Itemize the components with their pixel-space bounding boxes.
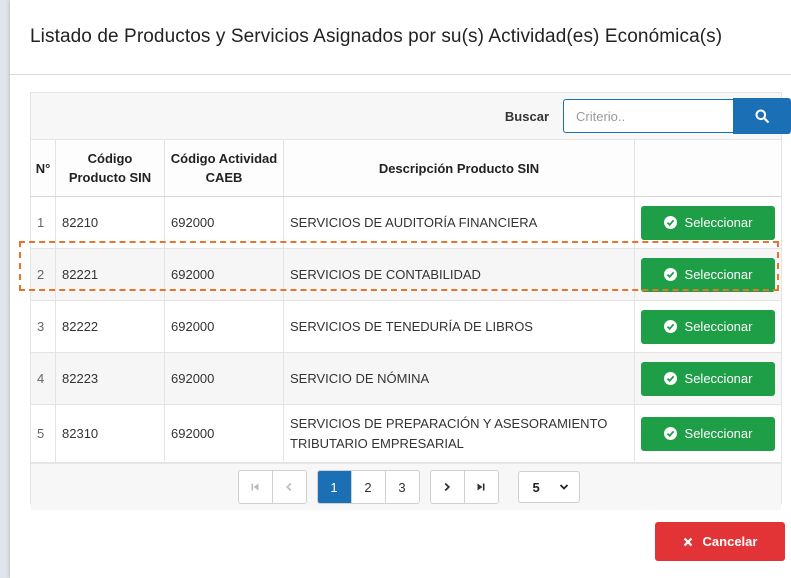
chevron-left-icon [286,482,292,492]
row-number: 5 [31,404,56,463]
table-row: 1 82210 692000 SERVICIOS DE AUDITORÍA FI… [31,196,781,249]
select-button-label: Seleccionar [684,319,753,334]
row-codigo: 82222 [55,300,165,353]
select-button-label: Seleccionar [684,267,753,282]
header-caeb-line1: Código Actividad [170,151,278,166]
search-bar: Buscar [31,93,791,140]
modal-dialog: Listado de Productos y Servicios Asignad… [10,0,791,578]
row-descripcion: SERVICIOS DE TENEDURÍA DE LIBROS [283,300,635,353]
page-button-2[interactable]: 2 [351,471,386,503]
check-circle-icon [663,216,677,229]
row-descripcion: SERVICIOS DE PREPARACIÓN Y ASESORAMIENTO… [283,404,635,463]
row-number: 3 [31,300,56,353]
search-input[interactable] [563,99,733,133]
row-action-cell: Seleccionar [634,248,781,301]
pagination-pages: 1 2 3 [316,470,420,504]
row-codigo: 82210 [55,196,165,249]
row-caeb: 692000 [164,248,284,301]
pagination: 1 2 3 5 [31,463,781,510]
header-action [634,140,781,197]
check-circle-icon [663,372,677,385]
last-page-icon [477,483,485,491]
check-circle-icon [663,268,677,281]
page-button-3[interactable]: 3 [385,471,419,503]
chevron-right-icon [444,482,451,492]
table-row: 5 82310 692000 SERVICIOS DE PREPARACIÓN … [31,404,781,463]
next-page-button[interactable] [430,471,465,503]
page-size-value: 5 [532,479,540,495]
row-action-cell: Seleccionar [634,404,781,463]
chevron-down-icon [559,484,568,490]
row-codigo: 82310 [55,404,165,463]
select-button[interactable]: Seleccionar [641,205,775,240]
row-codigo: 82221 [55,248,165,301]
prev-page-button[interactable] [272,471,306,503]
row-number: 1 [31,196,56,249]
row-caeb: 692000 [164,352,284,405]
select-button[interactable]: Seleccionar [641,257,775,292]
select-button-label: Seleccionar [684,426,753,441]
row-codigo: 82223 [55,352,165,405]
row-action-cell: Seleccionar [634,196,781,249]
row-descripcion: SERVICIOS DE AUDITORÍA FINANCIERA [283,196,635,249]
pagination-first-prev [237,470,307,504]
products-panel: Buscar N° Código Producto SIN Cód [30,92,791,510]
products-table: N° Código Producto SIN Código Actividad … [31,140,781,463]
header-caeb: Código Actividad CAEB [164,140,284,197]
header-codigo: Código Producto SIN [55,140,165,197]
header-codigo-line2: Producto SIN [68,170,152,185]
select-button-label: Seleccionar [684,371,753,386]
modal-title: Listado de Productos y Servicios Asignad… [30,26,723,47]
row-caeb: 692000 [164,196,284,249]
row-number: 4 [31,352,56,405]
table-row: 3 82222 692000 SERVICIOS DE TENEDURÍA DE… [31,300,781,353]
row-action-cell: Seleccionar [634,300,781,353]
header-descripcion: Descripción Producto SIN [283,140,635,197]
search-label: Buscar [504,108,549,124]
header-codigo-line1: Código [87,151,133,166]
header-num: N° [31,140,56,197]
select-button[interactable]: Seleccionar [641,309,775,344]
row-action-cell: Seleccionar [634,352,781,405]
cancel-button[interactable]: Cancelar [655,522,785,561]
select-button[interactable]: Seleccionar [641,416,775,451]
header-caeb-line2: CAEB [205,170,243,185]
modal-header: Listado de Productos y Servicios Asignad… [10,0,791,75]
check-circle-icon [663,320,677,333]
page-button-1[interactable]: 1 [317,471,352,503]
row-number: 2 [31,248,56,301]
table-header-row: N° Código Producto SIN Código Actividad … [31,140,781,197]
row-descripcion: SERVICIO DE NÓMINA [283,352,635,405]
table-row: 2 82221 692000 SERVICIOS DE CONTABILIDAD… [31,248,781,301]
page-size-select[interactable]: 5 [517,471,580,503]
last-page-button[interactable] [464,471,498,503]
check-circle-icon [663,427,677,440]
pagination-next-last [429,470,499,504]
close-icon [683,537,692,546]
row-caeb: 692000 [164,300,284,353]
first-page-icon [251,483,259,491]
select-button-label: Seleccionar [684,215,753,230]
search-button[interactable] [733,98,791,134]
row-caeb: 692000 [164,404,284,463]
row-descripcion: SERVICIOS DE CONTABILIDAD [283,248,635,301]
search-icon [755,109,769,123]
cancel-button-label: Cancelar [702,534,758,549]
first-page-button[interactable] [238,471,273,503]
table-row: 4 82223 692000 SERVICIO DE NÓMINA Selecc… [31,352,781,405]
select-button[interactable]: Seleccionar [641,361,775,396]
